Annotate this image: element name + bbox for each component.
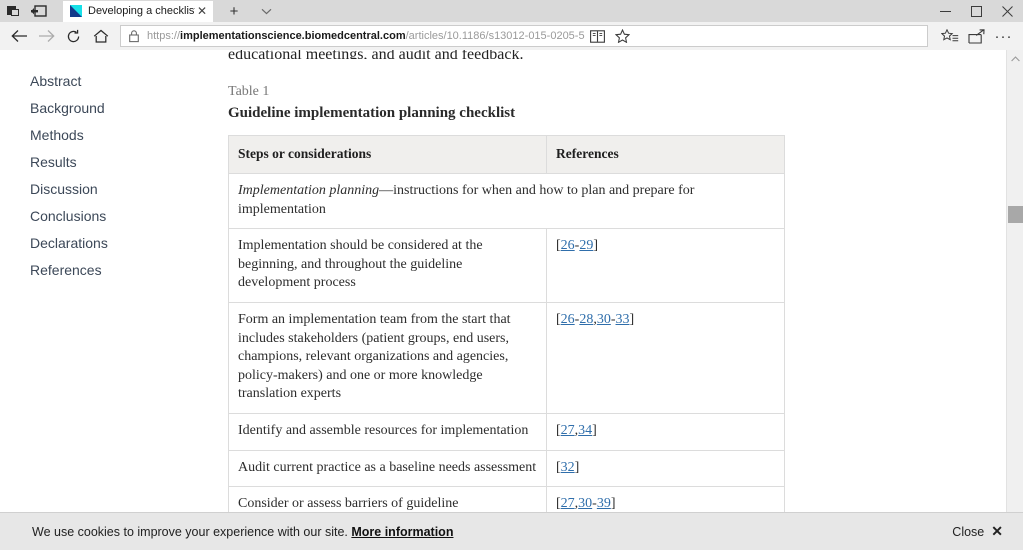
cookie-close-label: Close [952,524,985,539]
tab-title: Developing a checklist f [88,4,195,17]
bracket-close: ] [610,496,616,512]
browser-tab[interactable]: Developing a checklist f ✕ [63,0,213,22]
more-settings-label: ··· [994,27,1013,45]
bracket-close: ] [592,422,597,438]
sidebar-item-results[interactable]: Results [30,149,200,176]
bracket-close: ] [629,311,635,327]
reference-link[interactable]: 28 [579,312,593,327]
article-section-nav: Abstract Background Methods Results Disc… [30,68,200,284]
url-path: /articles/10.1186/s13012-015-0205-5 [405,30,585,42]
step-cell: Identify and assemble resources for impl… [228,412,547,451]
url-domain: implementationscience.biomedcentral.com [180,30,406,42]
table-body: Implementation planning—instructions for… [228,172,785,550]
title-bar: Developing a checklist f ✕ + [0,0,1023,22]
navigation-toolbar: https://implementationscience.biomedcent… [0,22,1023,50]
close-icon[interactable] [992,0,1023,22]
more-information-link[interactable]: More information [351,525,453,539]
reference-link[interactable]: 32 [561,460,575,475]
cookie-close-button[interactable]: Close ✕ [952,523,1003,540]
share-icon[interactable] [963,23,990,49]
reference-link[interactable]: 26 [561,312,575,327]
cookie-message: We use cookies to improve your experienc… [32,524,348,539]
tab-strip: Developing a checklist f ✕ + [0,0,277,22]
section-heading-emphasis: Implementation planning [238,183,380,198]
lock-icon [129,30,139,43]
column-header-references: References [546,135,785,174]
favorites-hub-icon[interactable] [936,23,963,49]
step-cell: Implementation should be considered at t… [228,228,547,303]
article-body: educational meetings, and audit and feed… [228,50,788,550]
sidebar-item-methods[interactable]: Methods [30,122,200,149]
reading-view-icon[interactable] [585,26,610,46]
refresh-icon[interactable] [60,23,87,49]
back-arrow-icon[interactable] [6,23,33,49]
sidebar-item-background[interactable]: Background [30,95,200,122]
page-scrollbar[interactable] [1006,50,1023,550]
sidebar-item-references[interactable]: References [30,257,200,284]
reference-link[interactable]: 33 [616,312,630,327]
home-icon[interactable] [87,23,114,49]
table-row: Form an implementation team from the sta… [228,301,785,414]
reference-link[interactable]: 29 [579,238,593,253]
minimize-icon[interactable] [930,0,961,22]
bracket-close: ] [593,238,599,254]
scrollbar-track[interactable] [1007,67,1023,533]
bracket-close: ] [574,459,580,475]
set-tabs-aside-icon[interactable] [5,3,21,19]
address-bar[interactable]: https://implementationscience.biomedcent… [120,25,928,47]
page-content: Abstract Background Methods Results Disc… [0,50,1006,550]
sidebar-item-conclusions[interactable]: Conclusions [30,203,200,230]
scroll-up-arrow-icon[interactable] [1007,50,1023,67]
reference-link[interactable]: 34 [578,423,592,438]
reference-link[interactable]: 39 [597,496,611,511]
scrollbar-thumb[interactable] [1008,206,1023,223]
more-settings-icon[interactable]: ··· [990,23,1017,49]
star-icon[interactable] [610,26,635,46]
chevron-down-icon[interactable] [255,1,277,22]
step-cell: Audit current practice as a baseline nee… [228,449,547,488]
reference-link[interactable]: 30 [597,312,611,327]
table-row: Implementation should be considered at t… [228,228,785,303]
new-tab-button[interactable]: + [223,1,245,22]
table-section-heading: Implementation planning—instructions for… [228,172,785,230]
maximize-icon[interactable] [961,0,992,22]
browser-window: Developing a checklist f ✕ + https://imp… [0,0,1023,550]
column-header-steps: Steps or considerations [228,135,547,174]
page-viewport: Abstract Background Methods Results Disc… [0,50,1023,550]
reference-link[interactable]: 26 [561,238,575,253]
address-bar-url: https://implementationscience.biomedcent… [147,26,585,46]
sidebar-item-discussion[interactable]: Discussion [30,176,200,203]
sidebar-item-abstract[interactable]: Abstract [30,68,200,95]
article-favicon [70,5,82,17]
clipped-paragraph: educational meetings, and audit and feed… [228,50,524,59]
table-header-row: Steps or considerations References [228,135,785,174]
forward-arrow-icon[interactable] [33,23,60,49]
tab-close-icon[interactable]: ✕ [195,4,209,18]
table-label: Table 1 [228,84,270,99]
url-scheme: https:// [147,30,181,42]
step-cell: Form an implementation team from the sta… [228,301,547,414]
tabs-you-have-set-aside-icon[interactable] [31,3,47,19]
table-row: Audit current practice as a baseline nee… [228,449,785,488]
table-row: Identify and assemble resources for impl… [228,412,785,451]
references-cell: [32] [546,449,785,488]
reference-link[interactable]: 27 [561,423,575,438]
close-icon: ✕ [991,523,1003,539]
reference-link[interactable]: 30 [578,496,592,511]
sidebar-item-declarations[interactable]: Declarations [30,230,200,257]
table-caption: Guideline implementation planning checkl… [228,105,516,121]
checklist-table: Steps or considerations References Imple… [228,135,785,550]
table-row: Implementation planning—instructions for… [228,172,785,230]
cookie-banner-text: We use cookies to improve your experienc… [32,525,453,539]
window-controls [930,0,1023,22]
references-cell: [26-28,30-33] [546,301,785,414]
cookie-consent-banner: We use cookies to improve your experienc… [0,512,1023,550]
references-cell: [27,34] [546,412,785,451]
table-head: Steps or considerations References [228,135,785,174]
references-cell: [26-29] [546,228,785,303]
reference-link[interactable]: 27 [561,496,575,511]
address-bar-actions [585,26,635,46]
